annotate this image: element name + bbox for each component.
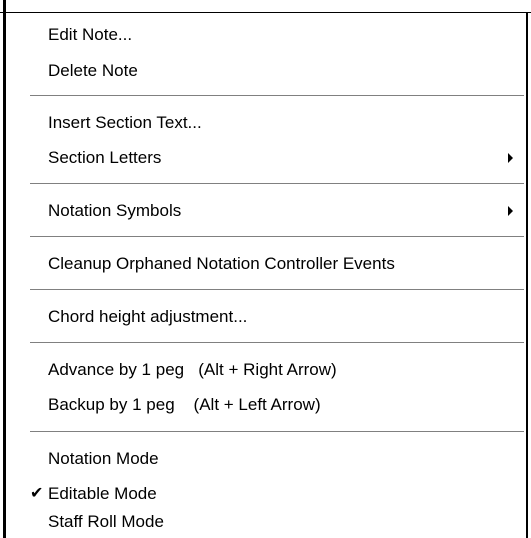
menu-separator	[30, 95, 524, 97]
top-edge	[0, 0, 531, 8]
menu-item-chord-height-adjustment[interactable]: Chord height adjustment...	[48, 304, 247, 330]
menu-separator	[30, 289, 524, 291]
menu-item-insert-section-text[interactable]: Insert Section Text...	[48, 110, 202, 136]
menu-item-advance-by-1-peg[interactable]: Advance by 1 peg (Alt + Right Arrow)	[48, 357, 337, 383]
menu-separator	[30, 342, 524, 344]
menu-item-notation-mode[interactable]: Notation Mode	[48, 446, 159, 472]
menu-item-editable-mode[interactable]: Editable Mode	[48, 481, 157, 507]
menu-item-cleanup-orphaned-events[interactable]: Cleanup Orphaned Notation Controller Eve…	[48, 251, 395, 277]
menu-item-delete-note[interactable]: Delete Note	[48, 58, 138, 84]
menu-item-notation-symbols[interactable]: Notation Symbols	[48, 198, 181, 224]
submenu-arrow-icon	[508, 153, 513, 163]
menu-separator	[30, 183, 524, 185]
menu-item-backup-by-1-peg[interactable]: Backup by 1 peg (Alt + Left Arrow)	[48, 392, 321, 418]
menu-item-edit-note[interactable]: Edit Note...	[48, 22, 132, 48]
checkmark-icon: ✔	[30, 485, 44, 502]
context-menu: Edit Note... Delete Note Insert Section …	[8, 13, 525, 538]
context-menu-frame: Edit Note... Delete Note Insert Section …	[0, 0, 531, 538]
submenu-arrow-icon	[508, 206, 513, 216]
menu-left-border	[3, 0, 6, 538]
menu-separator	[30, 431, 524, 433]
menu-separator	[30, 236, 524, 238]
menu-item-staff-roll-mode[interactable]: Staff Roll Mode	[48, 509, 164, 535]
menu-right-border	[526, 12, 528, 538]
menu-item-section-letters[interactable]: Section Letters	[48, 145, 161, 171]
